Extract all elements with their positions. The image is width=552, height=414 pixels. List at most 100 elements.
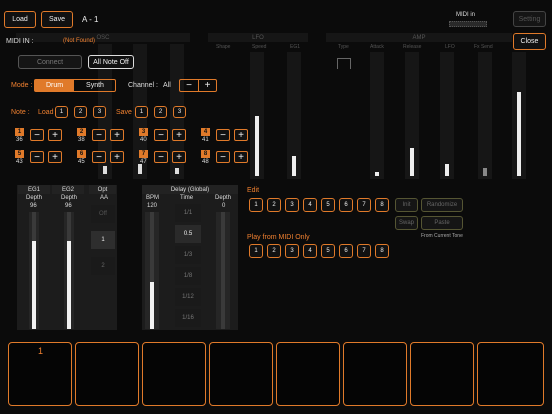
time-item-1-8[interactable]: 1/8: [175, 267, 201, 285]
play-midi-slot-7[interactable]: 7: [357, 244, 371, 258]
init-button[interactable]: Init: [395, 198, 418, 212]
time-item-1-3[interactable]: 1/3: [175, 246, 201, 264]
edit-slot-8[interactable]: 8: [375, 198, 389, 212]
patch-name: A - 1: [82, 15, 99, 24]
note-save-slot-3[interactable]: 3: [173, 106, 186, 118]
note-plus-button[interactable]: +: [48, 129, 62, 141]
time-item-1-1[interactable]: 1/1: [175, 204, 201, 222]
delay-depth-track: [221, 212, 225, 329]
amp-col-release: Release: [403, 44, 422, 50]
eg2-depth-slider[interactable]: [64, 212, 74, 329]
play-midi-slot-4[interactable]: 4: [303, 244, 317, 258]
paste-button[interactable]: Paste: [421, 216, 463, 230]
pad-note-value: 43: [16, 159, 23, 165]
bpm-track: [150, 212, 154, 329]
note-minus-button[interactable]: −: [30, 129, 44, 141]
delay-depth-label: Depth: [215, 195, 232, 201]
edit-slot-1[interactable]: 1: [249, 198, 263, 212]
play-midi-slot-6[interactable]: 6: [339, 244, 353, 258]
play-midi-slot-2[interactable]: 2: [267, 244, 281, 258]
note-minus-button[interactable]: −: [30, 151, 44, 163]
bpm-slider[interactable]: [145, 212, 159, 329]
note-plus-button[interactable]: +: [48, 151, 62, 163]
pad-index-badge: 4: [201, 128, 210, 136]
edit-slot-4[interactable]: 4: [303, 198, 317, 212]
midi-in-label: MIDI in: [456, 12, 476, 18]
note-plus-button[interactable]: +: [172, 151, 186, 163]
note-minus-button[interactable]: −: [216, 129, 230, 141]
drum-pad-1[interactable]: 1: [8, 342, 72, 406]
drum-pad-2[interactable]: [75, 342, 139, 406]
opt-item-2[interactable]: 2: [91, 257, 115, 275]
note-minus-button[interactable]: −: [154, 129, 168, 141]
note-save-slot-1[interactable]: 1: [135, 106, 148, 118]
play-midi-slot-1[interactable]: 1: [249, 244, 263, 258]
note-save-slot-2[interactable]: 2: [154, 106, 167, 118]
note-load-slot-3[interactable]: 3: [93, 106, 106, 118]
channel-value: All: [163, 82, 171, 89]
play-midi-slot-5[interactable]: 5: [321, 244, 335, 258]
note-plus-button[interactable]: +: [172, 129, 186, 141]
all-note-off-button[interactable]: All Note Off: [88, 55, 134, 69]
drum-pad-6[interactable]: [343, 342, 407, 406]
note-minus-button[interactable]: −: [92, 129, 106, 141]
drum-pad-3[interactable]: [142, 342, 206, 406]
eg2-depth-label: Depth: [61, 195, 78, 201]
setting-button[interactable]: Setting: [513, 11, 546, 27]
eg2-depth-track: [67, 212, 71, 329]
play-midi-slot-3[interactable]: 3: [285, 244, 299, 258]
pad-note-value: 45: [78, 159, 85, 165]
note-plus-button[interactable]: +: [110, 129, 124, 141]
amp-col-fxsend: Fx Send: [474, 44, 493, 50]
pad-index-badge: 5: [15, 150, 24, 158]
load-button[interactable]: Load: [4, 11, 36, 28]
channel-label: Channel :: [128, 82, 158, 89]
edit-slot-2[interactable]: 2: [267, 198, 281, 212]
edit-slot-6[interactable]: 6: [339, 198, 353, 212]
note-label: Note :: [11, 109, 30, 116]
delay-depth-slider[interactable]: [216, 212, 230, 329]
randomize-button[interactable]: Randomize: [421, 198, 463, 212]
opt-item-off[interactable]: Off: [91, 205, 115, 223]
mode-synth-button[interactable]: Synth: [75, 80, 115, 91]
drum-pad-8[interactable]: [477, 342, 544, 406]
note-plus-button[interactable]: +: [234, 151, 248, 163]
note-plus-button[interactable]: +: [110, 151, 124, 163]
channel-minus-button[interactable]: −: [180, 80, 199, 91]
time-item-1-16[interactable]: 1/16: [175, 309, 201, 327]
amp-col-lfo: LFO: [445, 44, 455, 50]
time-item-0-5[interactable]: 0.5: [175, 225, 201, 243]
channel-plus-button[interactable]: +: [199, 80, 216, 91]
note-minus-button[interactable]: −: [154, 151, 168, 163]
mode-drum-button[interactable]: Drum: [35, 80, 74, 91]
opt-item-1[interactable]: 1: [91, 231, 115, 249]
pad-note-value: 36: [16, 137, 23, 143]
drum-pad-7[interactable]: [410, 342, 474, 406]
midi-in-field-label: MIDI IN :: [6, 38, 34, 45]
connect-button[interactable]: Connect: [18, 55, 82, 69]
amp-type-shape-icon: [337, 58, 351, 69]
time-label: Time: [180, 195, 194, 201]
amp-header: AMP: [326, 33, 512, 42]
pad-note-value: 41: [202, 137, 209, 143]
edit-slot-3[interactable]: 3: [285, 198, 299, 212]
edit-slot-5[interactable]: 5: [321, 198, 335, 212]
note-minus-button[interactable]: −: [92, 151, 106, 163]
amp-col-attack: Attack: [370, 44, 384, 50]
eg1-depth-slider[interactable]: [29, 212, 39, 329]
swap-button[interactable]: Swap: [395, 216, 418, 230]
edit-label: Edit: [247, 187, 260, 194]
drum-pad-5[interactable]: [276, 342, 340, 406]
time-item-1-12[interactable]: 1/12: [175, 288, 201, 306]
edit-slot-7[interactable]: 7: [357, 198, 371, 212]
note-plus-button[interactable]: +: [234, 129, 248, 141]
eg2-depth-fill: [67, 241, 71, 329]
drum-pad-4[interactable]: [209, 342, 273, 406]
bg-slider-9: [478, 52, 492, 179]
eg1-depth-label: Depth: [26, 195, 43, 201]
note-load-slot-2[interactable]: 2: [74, 106, 87, 118]
note-load-slot-1[interactable]: 1: [55, 106, 68, 118]
save-button[interactable]: Save: [41, 11, 73, 28]
note-minus-button[interactable]: −: [216, 151, 230, 163]
play-midi-slot-8[interactable]: 8: [375, 244, 389, 258]
